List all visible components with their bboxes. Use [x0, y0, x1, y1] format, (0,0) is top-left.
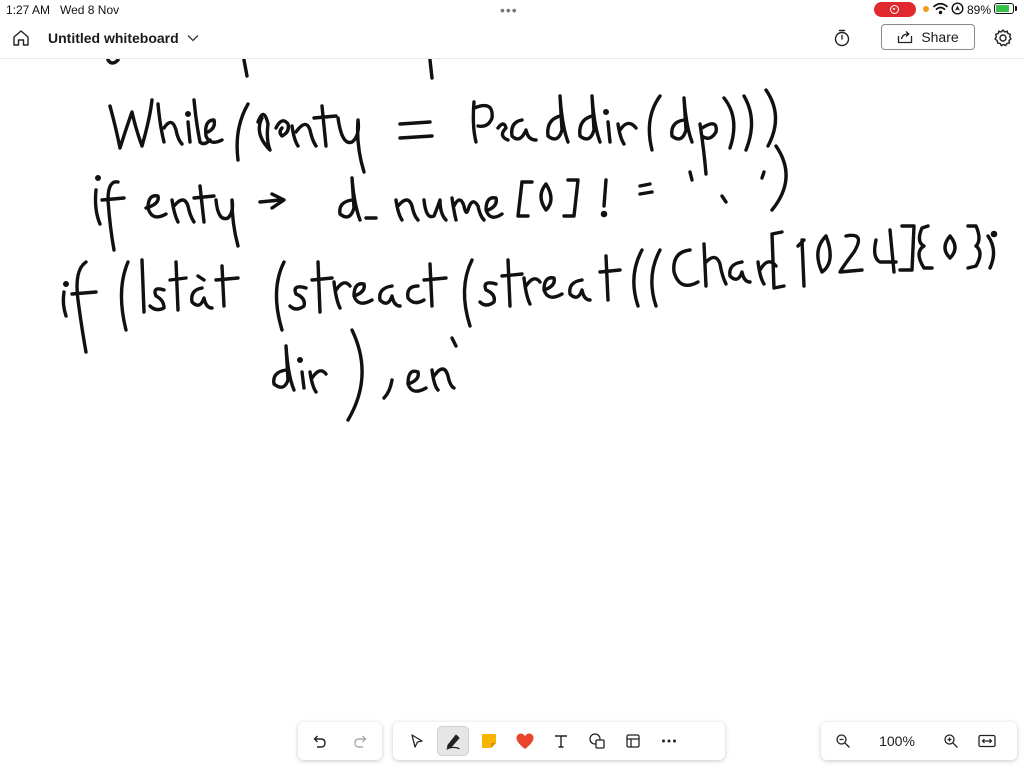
history-toolbar — [298, 722, 382, 760]
share-label: Share — [921, 29, 959, 45]
shapes-tool-button[interactable] — [581, 726, 613, 756]
location-icon — [951, 2, 964, 15]
settings-gear-icon — [994, 29, 1012, 47]
select-pointer-icon — [411, 734, 423, 748]
template-icon — [626, 734, 640, 748]
zoom-toolbar: 100% — [821, 722, 1017, 760]
chevron-down-icon — [187, 35, 199, 42]
zoom-in-icon — [944, 734, 958, 748]
more-icon — [662, 739, 676, 743]
text-tool-button[interactable] — [545, 726, 577, 756]
mic-indicator-icon — [923, 6, 929, 12]
timer-button[interactable] — [832, 28, 852, 48]
zoom-out-button[interactable] — [827, 726, 859, 756]
battery-percent: 89% — [967, 3, 992, 17]
share-button[interactable]: Share — [881, 24, 975, 50]
shapes-icon — [589, 733, 605, 749]
home-icon — [13, 30, 29, 46]
undo-icon — [313, 735, 326, 748]
zoom-level[interactable]: 100% — [861, 733, 933, 749]
ink-strokes — [61, 59, 998, 422]
reaction-heart-icon — [516, 733, 534, 749]
whiteboard-title-button[interactable]: Untitled whiteboard — [48, 27, 199, 49]
pen-icon — [446, 734, 460, 750]
redo-button[interactable] — [345, 726, 377, 756]
sticky-note-button[interactable] — [473, 726, 505, 756]
whiteboard-canvas[interactable] — [0, 59, 1024, 768]
status-time: 1:27 AM — [6, 3, 51, 17]
zoom-out-icon — [836, 734, 850, 748]
battery-nub — [1015, 6, 1017, 11]
battery-charging-icon — [994, 3, 1014, 14]
wifi-icon — [933, 2, 948, 15]
fit-screen-button[interactable] — [971, 726, 1003, 756]
more-dots-icon[interactable]: ••• — [500, 2, 518, 18]
sticky-note-icon — [482, 734, 496, 748]
app-header: Untitled whiteboard Share — [0, 18, 1024, 59]
pen-tool-button[interactable] — [437, 726, 469, 756]
timer-icon — [834, 29, 850, 47]
screen-record-icon[interactable] — [874, 2, 916, 17]
whiteboard-title: Untitled whiteboard — [48, 30, 179, 46]
select-tool-button[interactable] — [401, 726, 433, 756]
home-button[interactable] — [10, 27, 32, 49]
status-date: Wed 8 Nov — [60, 3, 120, 17]
template-button[interactable] — [617, 726, 649, 756]
tools-toolbar — [393, 722, 725, 760]
share-icon — [898, 31, 913, 44]
more-tools-button[interactable] — [653, 726, 685, 756]
fit-screen-icon — [978, 734, 996, 748]
settings-button[interactable] — [992, 27, 1014, 49]
status-bar: 1:27 AM Wed 8 Nov ••• 89% — [0, 0, 1024, 18]
whiteboard-app: 1:27 AM Wed 8 Nov ••• 89% Untitled white… — [0, 0, 1024, 768]
zoom-in-button[interactable] — [935, 726, 967, 756]
reaction-button[interactable] — [509, 726, 541, 756]
undo-button[interactable] — [303, 726, 335, 756]
text-icon — [555, 735, 567, 748]
redo-icon — [354, 735, 367, 748]
